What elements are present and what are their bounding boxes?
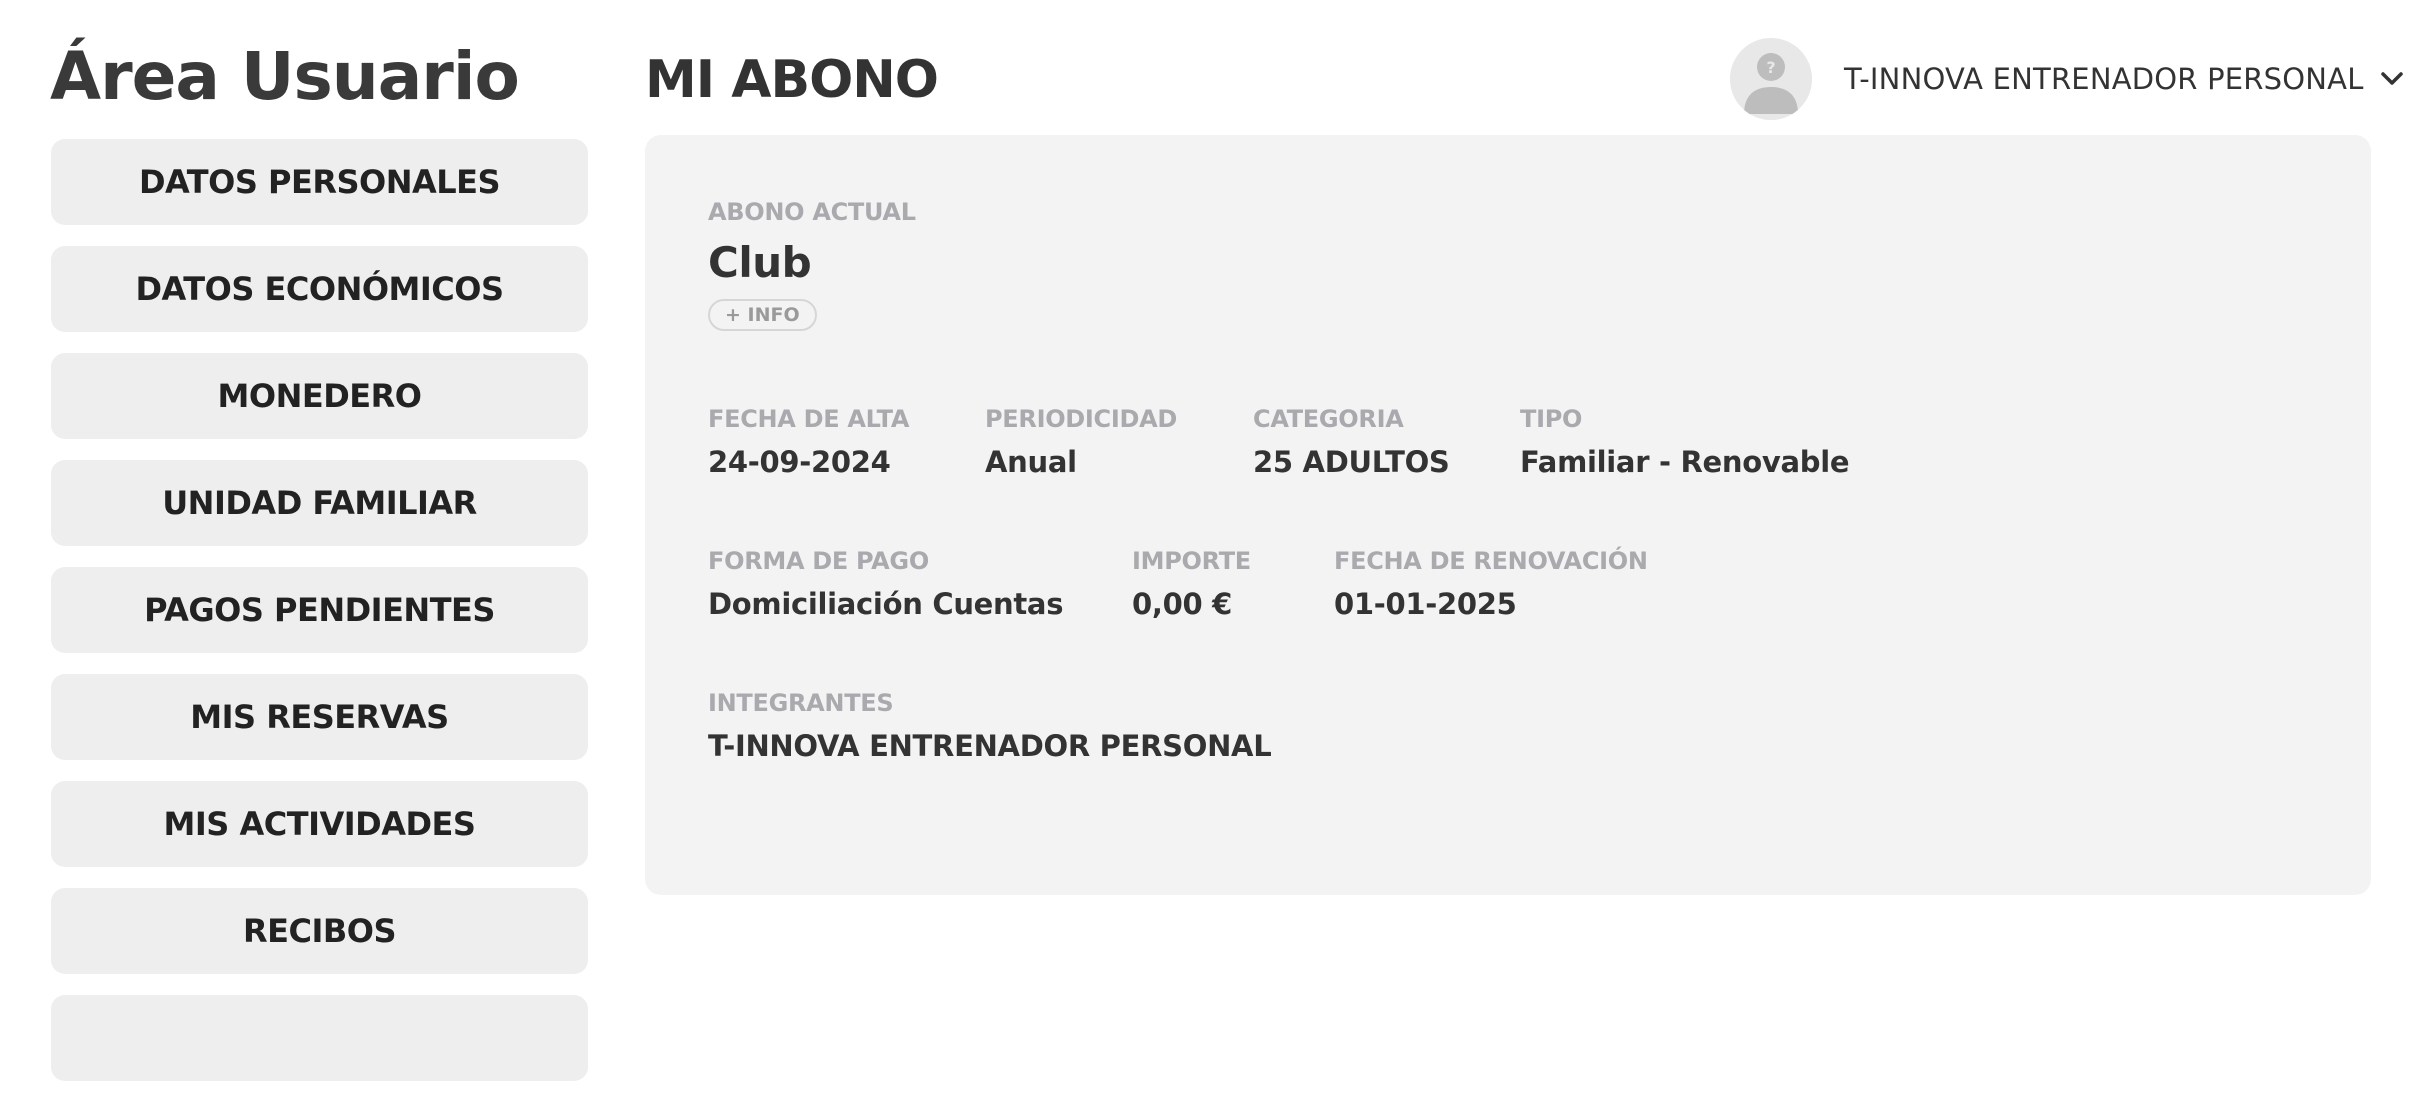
field-label: IMPORTE xyxy=(1132,547,1251,575)
field-forma-pago: FORMA DE PAGO Domiciliación Cuentas xyxy=(708,547,1063,621)
sidebar-item-pagos-pendientes[interactable]: PAGOS PENDIENTES xyxy=(51,567,588,653)
field-label: TIPO xyxy=(1520,405,1583,433)
user-placeholder-icon: ? xyxy=(1730,38,1812,120)
field-value: Domiciliación Cuentas xyxy=(708,587,1064,621)
sidebar-item-datos-personales[interactable]: DATOS PERSONALES xyxy=(51,139,588,225)
field-tipo: TIPO Familiar - Renovable xyxy=(1520,405,1850,479)
field-label: FECHA DE ALTA xyxy=(708,405,910,433)
field-fecha-alta: FECHA DE ALTA 24-09-2024 xyxy=(708,405,909,479)
sidebar-item-mis-reservas[interactable]: MIS RESERVAS xyxy=(51,674,588,760)
field-importe: IMPORTE 0,00 € xyxy=(1132,547,1251,621)
area-title: Área Usuario xyxy=(50,38,520,115)
field-label: FECHA DE RENOVACIÓN xyxy=(1334,547,1648,575)
sidebar-item-datos-economicos[interactable]: DATOS ECONÓMICOS xyxy=(51,246,588,332)
sidebar-item-partial[interactable] xyxy=(51,995,588,1081)
sidebar-item-unidad-familiar[interactable]: UNIDAD FAMILIAR xyxy=(51,460,588,546)
field-value: Familiar - Renovable xyxy=(1520,445,1850,479)
user-menu[interactable]: ? T-INNOVA ENTRENADOR PERSONAL xyxy=(1730,38,2406,120)
user-name[interactable]: T-INNOVA ENTRENADOR PERSONAL xyxy=(1844,62,2364,96)
field-label: INTEGRANTES xyxy=(708,689,894,717)
field-integrantes: INTEGRANTES T-INNOVA ENTRENADOR PERSONAL xyxy=(708,689,1272,763)
field-value: Anual xyxy=(985,445,1077,479)
field-value: 0,00 € xyxy=(1132,587,1233,621)
chevron-down-icon[interactable] xyxy=(2378,65,2406,93)
field-label: PERIODICIDAD xyxy=(985,405,1178,433)
current-abono: ABONO ACTUAL Club + INFO xyxy=(708,198,916,331)
field-label: CATEGORIA xyxy=(1253,405,1404,433)
field-value: T-INNOVA ENTRENADOR PERSONAL xyxy=(708,729,1272,763)
svg-text:?: ? xyxy=(1766,58,1775,77)
field-fecha-renovacion: FECHA DE RENOVACIÓN 01-01-2025 xyxy=(1334,547,1648,621)
info-button[interactable]: + INFO xyxy=(708,299,817,331)
plan-name: Club xyxy=(708,238,812,287)
field-label: FORMA DE PAGO xyxy=(708,547,929,575)
field-value: 01-01-2025 xyxy=(1334,587,1517,621)
sidebar-item-recibos[interactable]: RECIBOS xyxy=(51,888,588,974)
sidebar-item-monedero[interactable]: MONEDERO xyxy=(51,353,588,439)
current-abono-label: ABONO ACTUAL xyxy=(708,198,916,226)
page-title: MI ABONO xyxy=(645,50,939,110)
field-value: 25 ADULTOS xyxy=(1253,445,1450,479)
field-value: 24-09-2024 xyxy=(708,445,891,479)
field-periodicidad: PERIODICIDAD Anual xyxy=(985,405,1177,479)
abono-card: ABONO ACTUAL Club + INFO FECHA DE ALTA 2… xyxy=(645,135,2371,895)
sidebar-nav: DATOS PERSONALES DATOS ECONÓMICOS MONEDE… xyxy=(51,139,588,1102)
sidebar-item-mis-actividades[interactable]: MIS ACTIVIDADES xyxy=(51,781,588,867)
field-categoria: CATEGORIA 25 ADULTOS xyxy=(1253,405,1450,479)
